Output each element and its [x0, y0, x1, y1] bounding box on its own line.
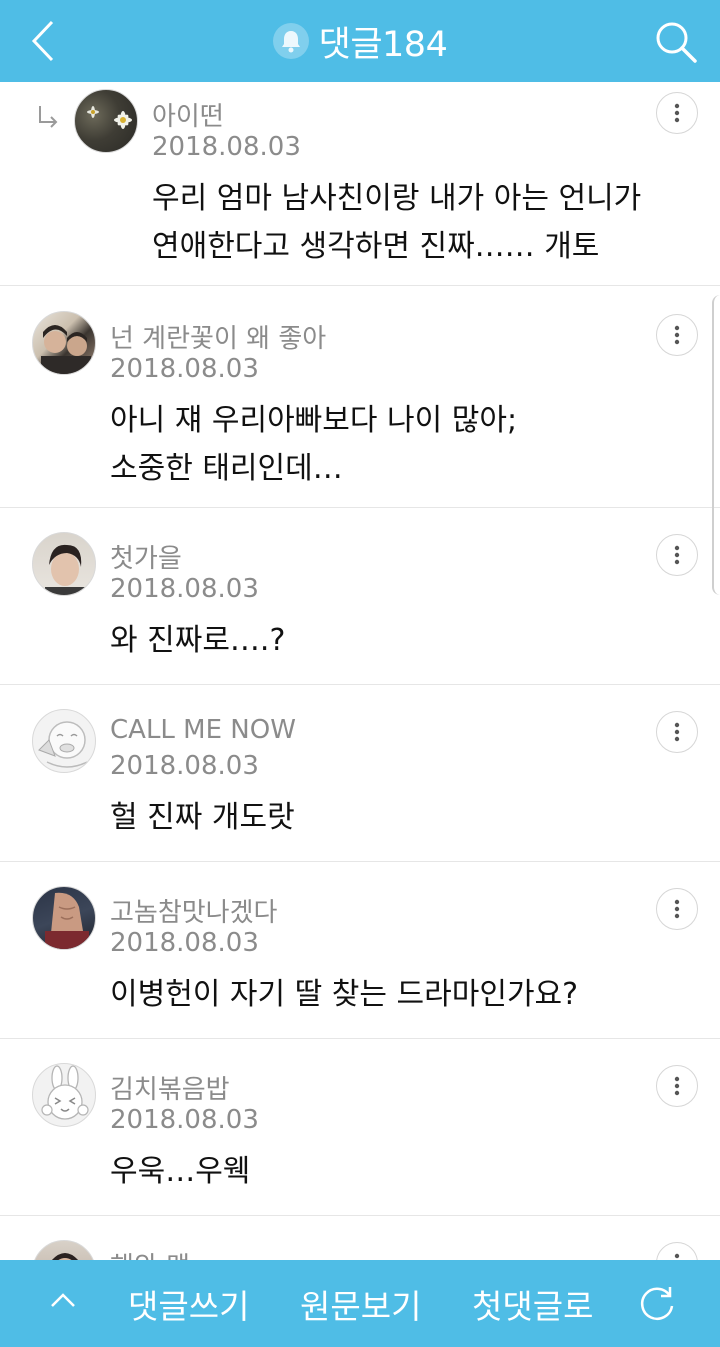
comment-list[interactable]: 아이떤 2018.08.03 우리 엄마 남사친이랑 내가 아는 언니가 연애한… [0, 82, 720, 1260]
more-options-button[interactable] [656, 314, 698, 356]
chevron-up-icon[interactable] [46, 1284, 80, 1318]
more-vertical-icon [674, 1076, 680, 1096]
comment-text-line: 연애한다고 생각하면 진짜…… 개토 [152, 229, 600, 264]
more-options-button[interactable] [656, 534, 698, 576]
comment-item: CALL ME NOW 2018.08.03 헐 진짜 개도랏 [0, 685, 720, 862]
more-vertical-icon [674, 722, 680, 742]
more-options-button[interactable] [656, 888, 698, 930]
comment-text-line: 우리 엄마 남사친이랑 내가 아는 언니가 [152, 181, 642, 216]
more-options-button[interactable] [656, 92, 698, 134]
comment-author: 아이떤 [152, 102, 224, 132]
comment-date: 2018.08.03 [110, 928, 259, 958]
two-people-photo-avatar[interactable] [32, 311, 96, 375]
bunny-character-avatar[interactable] [32, 1063, 96, 1127]
comment-text-line: 소중한 태리인데… [110, 451, 343, 486]
reply-arrow-icon [39, 106, 58, 128]
more-vertical-icon [674, 1253, 680, 1259]
person-photo-avatar[interactable] [32, 532, 96, 596]
more-vertical-icon [674, 545, 680, 565]
more-options-button[interactable] [656, 1065, 698, 1107]
comment-author: 넌 계란꽃이 왜 좋아 [110, 324, 327, 354]
bell-icon[interactable] [272, 23, 309, 59]
comment-item: 해와 맥 [0, 1216, 720, 1260]
comment-text-line: 이병헌이 자기 딸 찾는 드라마인가요? [110, 977, 579, 1012]
bottom-bar: 댓글쓰기 원문보기 첫댓글로 [0, 1260, 720, 1347]
comment-author: 해와 맥 [110, 1246, 190, 1260]
person-photo-avatar[interactable] [32, 1240, 96, 1260]
title-group: 댓글184 [0, 0, 720, 82]
comment-text-line: 아니 쟤 우리아빠보다 나이 많아; [110, 403, 518, 438]
more-options-button[interactable] [656, 711, 698, 753]
more-vertical-icon [674, 325, 680, 345]
comment-date: 2018.08.03 [110, 354, 259, 384]
search-icon[interactable] [654, 20, 698, 64]
comment-author: 첫가을 [110, 544, 182, 574]
more-vertical-icon [674, 103, 680, 123]
comment-date: 2018.08.03 [110, 1105, 259, 1135]
comment-item: 고놈참맛나겠다 2018.08.03 이병헌이 자기 딸 찾는 드라마인가요? [0, 862, 720, 1039]
write-comment-button[interactable]: 댓글쓰기 [128, 1260, 249, 1347]
scrollbar[interactable] [712, 295, 720, 595]
body-photo-avatar[interactable] [32, 886, 96, 950]
comment-author: 김치볶음밥 [110, 1075, 230, 1105]
comment-author: CALL ME NOW [110, 715, 296, 745]
comment-author: 고놈참맛나겠다 [110, 898, 278, 928]
daisy-photo-avatar[interactable] [74, 89, 138, 153]
comment-date: 2018.08.03 [110, 751, 259, 781]
comment-text-line: 우욱…우웩 [110, 1154, 251, 1189]
refresh-icon[interactable] [636, 1282, 678, 1324]
comment-text-line: 와 진짜로….? [110, 623, 286, 658]
top-bar: 댓글184 [0, 0, 720, 82]
comment-date: 2018.08.03 [152, 132, 301, 162]
view-original-button[interactable]: 원문보기 [300, 1260, 421, 1347]
first-comment-button[interactable]: 첫댓글로 [472, 1260, 593, 1347]
comment-item: 넌 계란꽃이 왜 좋아 2018.08.03 아니 쟤 우리아빠보다 나이 많아… [0, 286, 720, 508]
comment-item: 첫가을 2018.08.03 와 진짜로….? [0, 508, 720, 685]
character-avatar[interactable] [32, 709, 96, 773]
comment-date: 2018.08.03 [110, 574, 259, 604]
more-vertical-icon [674, 899, 680, 919]
comment-text-line: 헐 진짜 개도랏 [110, 800, 295, 835]
more-options-button[interactable] [656, 1242, 698, 1260]
comment-item: 김치볶음밥 2018.08.03 우욱…우웩 [0, 1039, 720, 1216]
page-title: 댓글184 [318, 24, 448, 65]
comment-item: 아이떤 2018.08.03 우리 엄마 남사친이랑 내가 아는 언니가 연애한… [0, 82, 720, 286]
